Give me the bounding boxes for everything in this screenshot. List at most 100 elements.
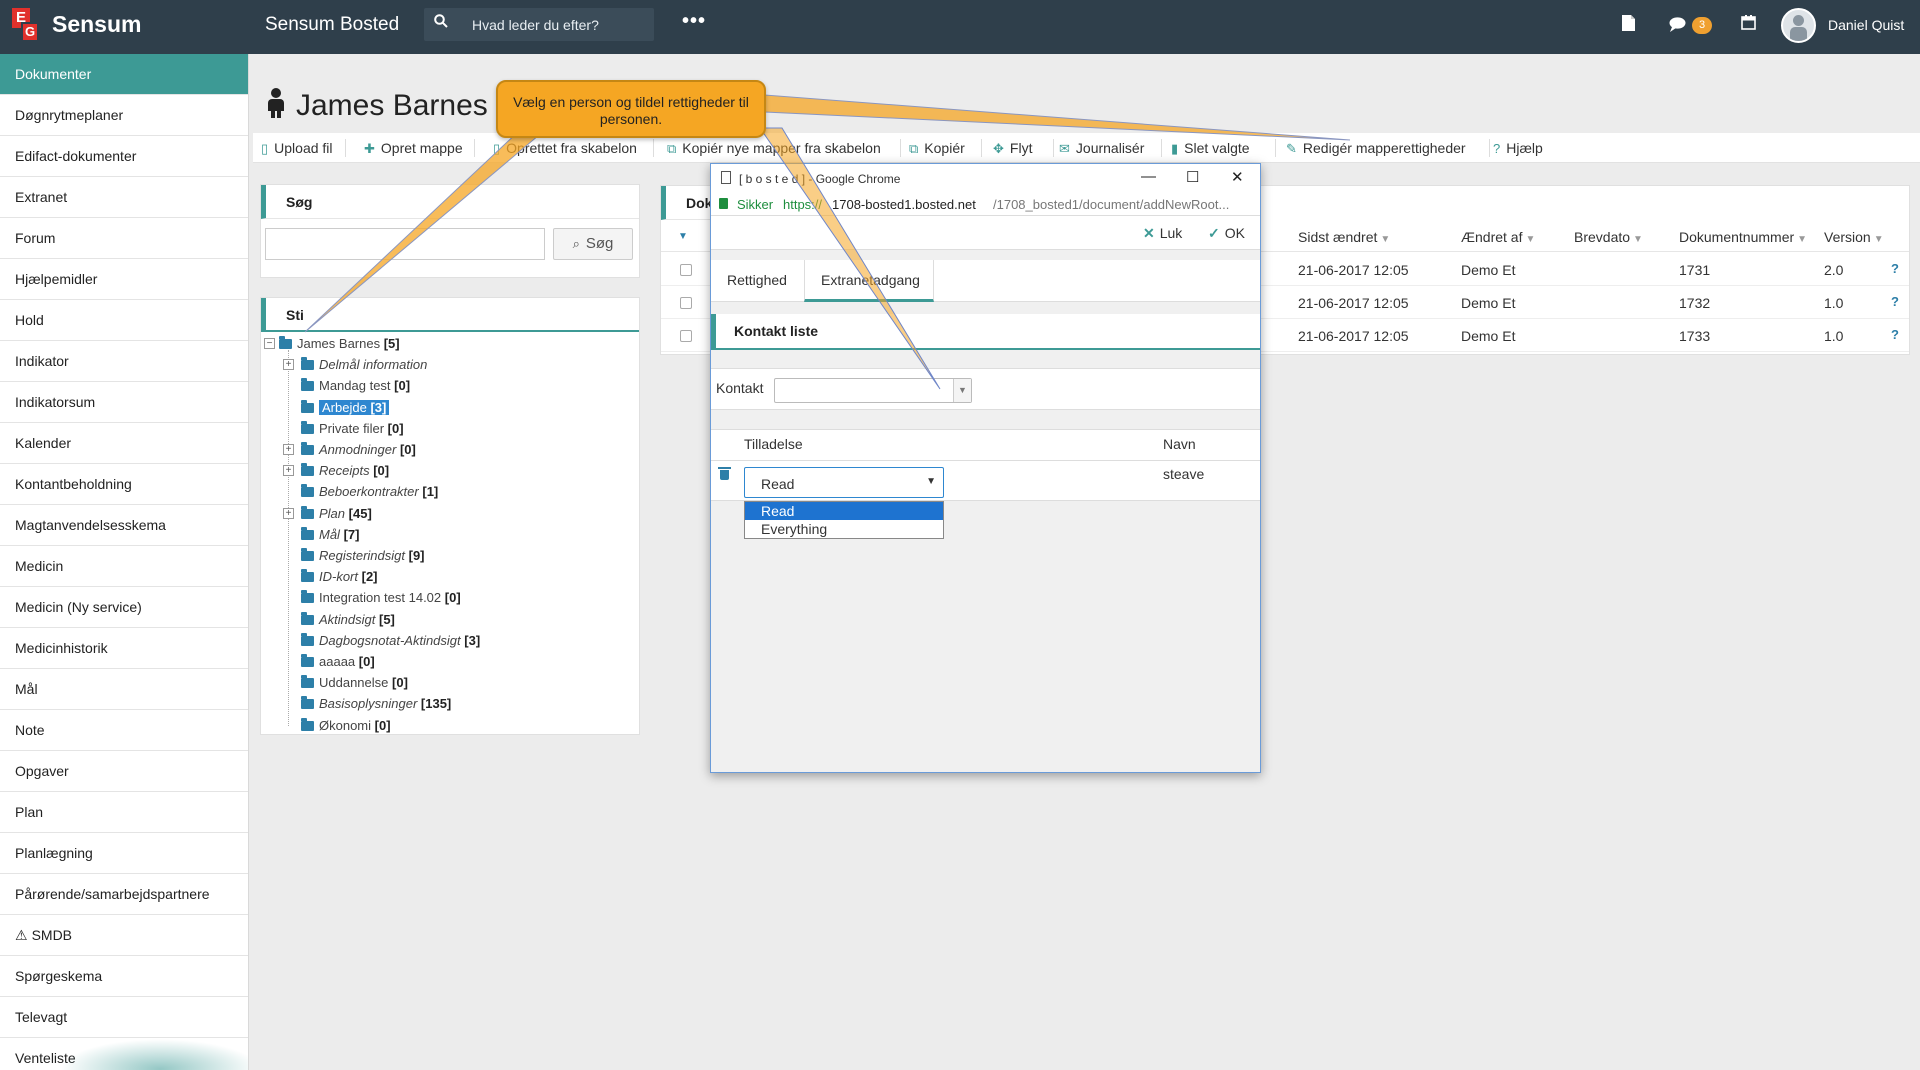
sidebar-item-medicinhistorik[interactable]: Medicinhistorik — [0, 628, 248, 669]
sidebar-item-indikatorsum[interactable]: Indikatorsum — [0, 382, 248, 423]
expand-toggle[interactable]: + — [283, 465, 294, 477]
sidebar-item-edifact[interactable]: Edifact-dokumenter — [0, 136, 248, 177]
copy-folders-template-button[interactable]: ⧉ Kopiér nye mapper fra skabelon — [667, 140, 881, 157]
tree-item[interactable]: Private filer [0] — [301, 419, 404, 439]
sidebar-item-sporgeskema[interactable]: Spørgeskema — [0, 956, 248, 997]
delete-selected-button[interactable]: ▮ Slet valgte — [1171, 140, 1250, 157]
tree-item[interactable]: Delmål information — [301, 355, 427, 375]
create-from-template-button[interactable]: ▯ Oprettet fra skabelon — [493, 140, 637, 157]
maximize-icon[interactable]: ☐ — [1186, 168, 1199, 186]
eg-logo[interactable]: E G — [12, 8, 42, 42]
edit-folder-rights-button[interactable]: ✎ Redigér mapperettigheder — [1286, 140, 1466, 157]
tree-item[interactable]: Anmodninger [0] — [301, 440, 416, 460]
help-icon[interactable]: ? — [1891, 294, 1899, 309]
expand-toggle[interactable]: + — [283, 507, 294, 519]
help-icon[interactable]: ? — [1891, 327, 1899, 342]
calendar-icon[interactable] — [1741, 15, 1756, 35]
sidebar-item-plan[interactable]: Plan — [0, 792, 248, 833]
collapse-toggle[interactable]: − — [264, 338, 275, 349]
tree-root[interactable]: James Barnes [5] — [279, 334, 400, 354]
search-button[interactable]: ⌕ Søg — [553, 228, 633, 260]
sidebar-item-medicin[interactable]: Medicin — [0, 546, 248, 587]
sidebar-item-hjaelpemidler[interactable]: Hjælpemidler — [0, 259, 248, 300]
popup-title-bar[interactable]: [ b o s t e d ] - Google Chrome — ☐ ✕ — [711, 164, 1260, 194]
option-read[interactable]: Read — [745, 502, 943, 520]
tree-item[interactable]: Receipts [0] — [301, 461, 389, 481]
tree-item[interactable]: Uddannelse [0] — [301, 673, 408, 693]
sidebar-item-parorende[interactable]: Pårørende/samarbejdspartnere — [0, 874, 248, 915]
expand-toggle[interactable]: + — [283, 359, 294, 371]
tree-item[interactable]: Basisoplysninger [135] — [301, 694, 451, 714]
permission-select[interactable]: Read ▼ — [744, 467, 944, 498]
trash-icon[interactable] — [718, 467, 731, 480]
tree-item[interactable]: aaaaa [0] — [301, 652, 375, 672]
sidebar-item-indikator[interactable]: Indikator — [0, 341, 248, 382]
tree-item[interactable]: Aktindsigt [5] — [301, 610, 395, 630]
contact-combobox[interactable]: ▼ — [774, 378, 972, 403]
ok-button[interactable]: ✓ OK — [1208, 225, 1245, 242]
tree-item[interactable]: Beboerkontrakter [1] — [301, 482, 438, 502]
tree-item[interactable]: Mandag test [0] — [301, 376, 410, 396]
sidebar-item-dokumenter[interactable]: Dokumenter — [0, 54, 248, 95]
copy-button[interactable]: ⧉ Kopiér — [909, 140, 965, 157]
tree-item[interactable]: Plan [45] — [301, 504, 372, 524]
sidebar-item-extranet[interactable]: Extranet — [0, 177, 248, 218]
expand-toggle[interactable]: + — [283, 444, 294, 455]
select-dropdown-icon[interactable]: ▼ — [678, 231, 688, 242]
move-button[interactable]: ✥ Flyt — [993, 140, 1032, 157]
brand-name[interactable]: Sensum — [52, 11, 141, 38]
sidebar-item-medicin-ny-service[interactable]: Medicin (Ny service) — [0, 587, 248, 628]
more-menu-button[interactable]: ••• — [682, 10, 706, 33]
tree-item[interactable]: Økonomi [0] — [301, 716, 391, 736]
tree-item[interactable]: ID-kort [2] — [301, 567, 378, 587]
sidebar-item-mal[interactable]: Mål — [0, 669, 248, 710]
sidebar-item-opgaver[interactable]: Opgaver — [0, 751, 248, 792]
sidebar-item-dognrytmeplaner[interactable]: Døgnrytmeplaner — [0, 95, 248, 136]
create-folder-button[interactable]: ✚ Opret mappe — [364, 140, 463, 157]
col-dokumentnummer[interactable]: Dokumentnummer ▼ — [1679, 229, 1807, 245]
app-title[interactable]: Sensum Bosted — [265, 14, 399, 36]
row-checkbox[interactable] — [680, 264, 692, 276]
tab-rettighed[interactable]: Rettighed — [711, 260, 803, 302]
tab-extranetadgang[interactable]: Extranetadgang — [804, 260, 934, 302]
sidebar-item-magtanvendelsesskema[interactable]: Magtanvendelsesskema — [0, 505, 248, 546]
pencil-icon: ✎ — [1286, 141, 1297, 156]
user-name[interactable]: Daniel Quist — [1828, 17, 1904, 33]
chevron-down-icon[interactable]: ▼ — [953, 379, 971, 402]
sidebar-item-label: SMDB — [31, 927, 73, 943]
sidebar-item-hold[interactable]: Hold — [0, 300, 248, 341]
row-checkbox[interactable] — [680, 297, 692, 309]
help-icon[interactable]: ? — [1891, 261, 1899, 276]
sidebar-item-kalender[interactable]: Kalender — [0, 423, 248, 464]
tree-item[interactable]: Dagbogsnotat-Aktindsigt [3] — [301, 631, 480, 651]
sidebar-item-televagt[interactable]: Televagt — [0, 997, 248, 1038]
help-button[interactable]: ? Hjælp — [1493, 140, 1543, 156]
upload-file-button[interactable]: ▯ Upload fil — [261, 140, 333, 157]
tree-item[interactable]: Integration test 14.02 [0] — [301, 588, 461, 608]
url-bar[interactable]: Sikker https:// 1708-bosted1.bosted.net … — [711, 194, 1260, 216]
col-sidst-aendret[interactable]: Sidst ændret ▼ — [1298, 229, 1390, 245]
chat-icon[interactable] — [1669, 17, 1686, 37]
tree-item[interactable]: Registerindsigt [9] — [301, 546, 425, 566]
sidebar-item-planlaegning[interactable]: Planlægning — [0, 833, 248, 874]
col-brevdato[interactable]: Brevdato ▼ — [1574, 229, 1643, 245]
journalise-button[interactable]: ✉ Journalisér — [1059, 140, 1144, 157]
search-panel-title: Søg — [261, 185, 639, 219]
col-aendret-af[interactable]: Ændret af ▼ — [1461, 229, 1535, 245]
sidebar-item-smdb[interactable]: ⚠ SMDB — [0, 915, 248, 956]
global-search[interactable]: Hvad leder du efter? — [424, 8, 654, 41]
option-everything[interactable]: Everything — [745, 520, 943, 538]
search-input[interactable] — [265, 228, 545, 260]
document-icon[interactable] — [1622, 15, 1635, 36]
sidebar-item-kontantbeholdning[interactable]: Kontantbeholdning — [0, 464, 248, 505]
tree-item[interactable]: Mål [7] — [301, 525, 359, 545]
close-icon[interactable]: ✕ — [1231, 168, 1244, 186]
col-version[interactable]: Version ▼ — [1824, 229, 1884, 245]
close-button[interactable]: ✕ Luk — [1143, 225, 1182, 242]
minimize-icon[interactable]: — — [1141, 168, 1156, 185]
row-checkbox[interactable] — [680, 330, 692, 342]
sidebar-item-forum[interactable]: Forum — [0, 218, 248, 259]
user-avatar[interactable] — [1781, 8, 1816, 43]
sidebar-item-note[interactable]: Note — [0, 710, 248, 751]
tree-item[interactable]: Arbejde [3] — [301, 398, 390, 418]
